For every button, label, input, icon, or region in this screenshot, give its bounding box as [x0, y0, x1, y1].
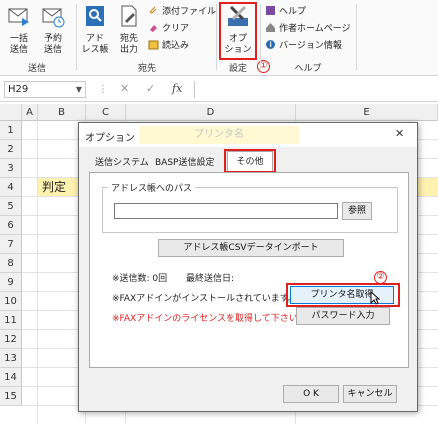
dialog-title-bar[interactable]: オプション プリンタ名 ✕ [79, 123, 417, 147]
annotation-box-printer [286, 283, 400, 307]
row-header-8[interactable]: 8 [0, 254, 22, 273]
version-item[interactable]: バージョン情報 [265, 39, 342, 52]
row-header-11[interactable]: 11 [0, 311, 22, 330]
home-icon [266, 23, 275, 32]
clear-item[interactable]: クリア [148, 22, 189, 35]
address-book-button[interactable]: アド レス帳 [80, 4, 110, 56]
eraser-icon [150, 25, 157, 32]
formula-input[interactable] [194, 81, 438, 98]
ribbon: 一括 送信 予約 送信 送信 アド レス帳 宛先 出力 添付ファイル クリア 読… [0, 0, 438, 76]
row-header-3[interactable]: 3 [0, 159, 22, 178]
browse-button[interactable]: 参照 [342, 202, 372, 220]
group-label-dest: 宛先 [137, 64, 156, 74]
homepage-item[interactable]: 作者ホームページ [265, 22, 351, 35]
confirm-icon[interactable]: ✓ [146, 82, 155, 95]
help-label: ヘルプ [279, 7, 307, 17]
clear-label: クリア [162, 24, 190, 34]
function-icon[interactable]: fx [172, 82, 182, 95]
column-header-b[interactable]: B [38, 104, 86, 121]
batch-send-button[interactable]: 一括 送信 [4, 4, 34, 56]
scheduled-mail-icon [42, 8, 65, 28]
help-item[interactable]: ヘルプ [265, 5, 306, 18]
address-path-label: アドレス帳へのパス [108, 181, 196, 194]
scheduled-send-label-1: 予約 [43, 34, 62, 44]
row-header-4[interactable]: 4 [0, 178, 22, 197]
scheduled-send-button[interactable]: 予約 送信 [38, 4, 68, 56]
row-header-7[interactable]: 7 [0, 235, 22, 254]
fax-license-warning: ※FAXアドインのライセンスを取得して下さい。 [112, 314, 307, 324]
version-label: バージョン情報 [279, 41, 342, 51]
batch-send-label-2: 送信 [9, 45, 28, 55]
column-header-d[interactable]: D [126, 104, 296, 121]
send-mail-icon [8, 8, 29, 26]
read-item[interactable]: 読込み [148, 39, 189, 52]
column-header-a[interactable]: A [22, 104, 38, 121]
import-icon [148, 40, 159, 50]
name-box[interactable]: H29 ▼ [4, 81, 86, 98]
ok-button[interactable]: O K [283, 385, 339, 403]
address-path-input[interactable] [114, 203, 338, 219]
ribbon-separator [76, 4, 77, 70]
formula-bar: H29 ▼ ⋮ ✕ ✓ fx [0, 78, 438, 102]
cancel-button[interactable]: キャンセル [343, 385, 397, 403]
name-box-value: H29 [8, 84, 29, 95]
scheduled-send-label-2: 送信 [43, 45, 62, 55]
row-header-6[interactable]: 6 [0, 216, 22, 235]
ribbon-separator [260, 4, 261, 70]
fax-installed-text: ※FAXアドインがインストールされています。 [112, 294, 297, 304]
row-header-2[interactable]: 2 [0, 140, 22, 159]
grid-line [37, 121, 38, 424]
document-edit-icon [121, 5, 137, 27]
address-book-icon [86, 6, 104, 26]
more-options-icon: ⋮ [98, 84, 108, 95]
cursor-icon [370, 291, 380, 305]
close-icon[interactable]: ✕ [395, 127, 404, 140]
row-header-1[interactable]: 1 [0, 121, 22, 140]
help-icon [266, 6, 275, 15]
dest-output-label-1: 宛先 [119, 34, 138, 44]
address-book-label-1: アド [85, 34, 104, 44]
read-label: 読込み [162, 41, 190, 51]
row-header-12[interactable]: 12 [0, 330, 22, 349]
group-label-send: 送信 [27, 64, 46, 74]
address-book-label-2: レス帳 [81, 45, 109, 55]
info-icon [266, 40, 275, 49]
attach-file-item[interactable]: 添付ファイル [148, 5, 216, 18]
send-count-text: ※送信数: 0回 [112, 274, 168, 284]
row-header-10[interactable]: 10 [0, 292, 22, 311]
tab-send-system[interactable]: 送信システム [95, 155, 149, 171]
dest-output-label-2: 出力 [119, 45, 138, 55]
chevron-down-icon[interactable]: ▼ [76, 82, 82, 97]
annotation-marker-2: ② [374, 271, 387, 284]
password-input-button[interactable]: パスワード入力 [296, 307, 390, 325]
group-label-settings: 設定 [228, 64, 247, 74]
ribbon-separator [216, 4, 217, 70]
csv-import-button[interactable]: アドレス帳CSVデータインポート [158, 239, 344, 257]
cell-b4[interactable]: 判定 [42, 178, 66, 196]
option-dialog: オプション プリンタ名 ✕ 送信システム BASP送信設定 その他 アドレス帳へ… [78, 122, 418, 412]
group-label-help: ヘルプ [294, 64, 322, 74]
column-header-e[interactable]: E [296, 104, 438, 121]
dest-output-button[interactable]: 宛先 出力 [114, 4, 144, 56]
tab-basp-settings[interactable]: BASP送信設定 [155, 155, 214, 171]
row-header-14[interactable]: 14 [0, 368, 22, 387]
row-header-9[interactable]: 9 [0, 273, 22, 292]
column-header-c[interactable]: C [86, 104, 126, 121]
tab-panel: アドレス帳へのパス 参照 アドレス帳CSVデータインポート ※送信数: 0回 最… [89, 172, 409, 368]
ribbon-separator [356, 4, 357, 70]
cancel-icon[interactable]: ✕ [120, 82, 129, 95]
annotation-box-tab [224, 149, 276, 173]
row-header-13[interactable]: 13 [0, 349, 22, 368]
annotation-box-option [219, 2, 257, 60]
select-all-corner[interactable] [0, 104, 22, 121]
row-header-5[interactable]: 5 [0, 197, 22, 216]
attach-file-label: 添付ファイル [162, 7, 217, 17]
last-send-date-text: 最終送信日: [186, 274, 235, 284]
row-header-15[interactable]: 15 [0, 387, 22, 406]
paperclip-icon [150, 6, 157, 14]
ghost-cell-text: プリンタ名 [139, 126, 299, 144]
batch-send-label-1: 一括 [9, 34, 28, 44]
homepage-label: 作者ホームページ [279, 24, 351, 34]
dialog-title: オプション [85, 133, 135, 144]
